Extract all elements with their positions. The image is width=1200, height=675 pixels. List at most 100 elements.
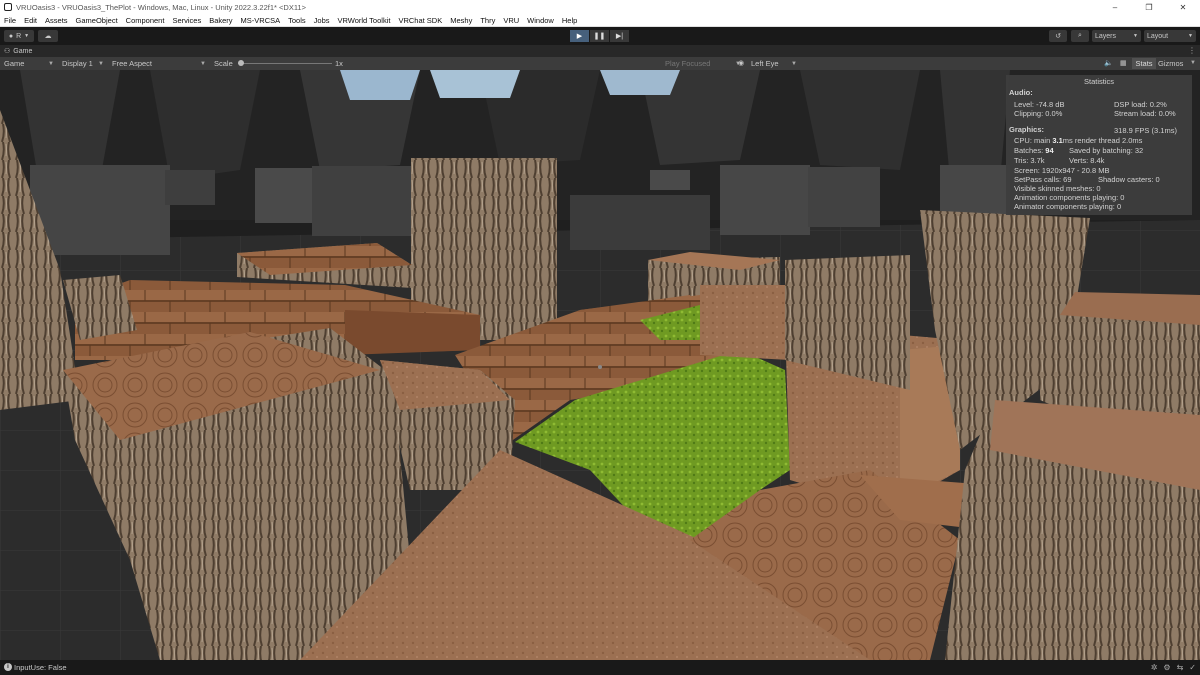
view-mode-label: Game bbox=[4, 59, 25, 68]
menu-ms-vrcsa[interactable]: MS-VRCSA bbox=[237, 14, 285, 27]
wood-plank-side bbox=[345, 310, 480, 355]
menu-edit[interactable]: Edit bbox=[20, 14, 41, 27]
step-button[interactable]: ▶| bbox=[610, 30, 629, 42]
main-toolbar: ● R ▼ ☁ ▶ ❚❚ ▶| ↺ ⌕ Layers ▼ Layout ▼ bbox=[0, 27, 1200, 45]
batches-value: 94 bbox=[1045, 146, 1054, 155]
status-icons: ✲ ⚙ ⇆ ✓ bbox=[1151, 660, 1196, 675]
cpu-readout: CPU: main 3.1ms render thread 2.0ms bbox=[1014, 136, 1142, 145]
shadow-casters: Shadow casters: 0 bbox=[1098, 175, 1160, 184]
scale-slider-track[interactable] bbox=[238, 63, 332, 64]
pause-button[interactable]: ❚❚ bbox=[590, 30, 609, 42]
eye-dropdown[interactable]: Left Eye ▼ bbox=[749, 57, 799, 70]
account-button[interactable]: ● R ▼ bbox=[4, 30, 34, 42]
stats-grid-icon[interactable]: ▦ bbox=[1120, 57, 1127, 70]
window-titlebar: VRUOasis3 - VRUOasis3_ThePlot - Windows,… bbox=[0, 0, 1200, 14]
chevron-down-icon: ▼ bbox=[1133, 33, 1138, 39]
menu-gameobject[interactable]: GameObject bbox=[72, 14, 122, 27]
layers-dropdown[interactable]: Layers ▼ bbox=[1092, 30, 1141, 42]
layout-dropdown[interactable]: Layout ▼ bbox=[1144, 30, 1196, 42]
animation-components: Animation components playing: 0 bbox=[1014, 193, 1125, 202]
gizmos-button[interactable]: Gizmos bbox=[1158, 57, 1183, 70]
pillar-shape bbox=[940, 70, 1010, 180]
window-title: VRUOasis3 - VRUOasis3_ThePlot - Windows,… bbox=[16, 2, 306, 12]
graphics-header: Graphics: bbox=[1009, 125, 1045, 134]
network-icon[interactable]: ⇆ bbox=[1177, 663, 1184, 672]
grey-block bbox=[570, 195, 710, 250]
display-dropdown[interactable]: Display 1 ▼ bbox=[60, 57, 106, 70]
menu-file[interactable]: File bbox=[0, 14, 20, 27]
tab-options-icon[interactable]: ⋮ bbox=[1188, 45, 1196, 57]
pause-icon: ❚❚ bbox=[593, 33, 606, 40]
scale-value: 1x bbox=[335, 59, 343, 68]
undo-history-button[interactable]: ↺ bbox=[1049, 30, 1067, 42]
menu-services[interactable]: Services bbox=[168, 14, 205, 27]
aspect-dropdown[interactable]: Free Aspect ▼ bbox=[110, 57, 208, 70]
menu-vrchat-sdk[interactable]: VRChat SDK bbox=[394, 14, 446, 27]
settings-icon[interactable]: ⚙ bbox=[1163, 663, 1170, 672]
status-message[interactable]: InputUse: False bbox=[14, 660, 67, 675]
aspect-label: Free Aspect bbox=[112, 59, 153, 68]
close-button[interactable]: ✕ bbox=[1166, 0, 1200, 14]
fps-readout: 318.9 FPS (3.1ms) bbox=[1114, 126, 1177, 135]
account-icon: ● bbox=[8, 32, 14, 40]
grey-block bbox=[720, 165, 810, 235]
cloud-icon: ☁ bbox=[44, 33, 52, 40]
bug-icon[interactable]: ✲ bbox=[1151, 663, 1158, 672]
check-circle-icon[interactable]: ✓ bbox=[1189, 663, 1196, 672]
minimize-button[interactable]: – bbox=[1098, 0, 1132, 14]
scale-slider-handle[interactable] bbox=[238, 60, 244, 66]
stats-toggle-button[interactable]: Stats bbox=[1132, 58, 1156, 69]
layers-label: Layers bbox=[1095, 32, 1117, 40]
cpu-suffix: ms render thread 2.0ms bbox=[1062, 136, 1143, 145]
screen-readout: Screen: 1920x947 - 20.8 MB bbox=[1014, 166, 1110, 175]
chevron-down-icon: ▼ bbox=[24, 33, 30, 39]
menu-component[interactable]: Component bbox=[122, 14, 169, 27]
chevron-down-icon[interactable]: ▼ bbox=[1190, 57, 1196, 70]
view-mode-dropdown[interactable]: Game ▼ bbox=[2, 57, 56, 70]
menu-meshy[interactable]: Meshy bbox=[446, 14, 476, 27]
search-icon: ⌕ bbox=[1078, 32, 1082, 39]
skylight-shape bbox=[430, 70, 520, 98]
audio-level: Level: -74.8 dB bbox=[1014, 100, 1065, 109]
menu-bakery[interactable]: Bakery bbox=[205, 14, 236, 27]
verts-readout: Verts: 8.4k bbox=[1069, 156, 1105, 165]
audio-header: Audio: bbox=[1009, 88, 1033, 97]
chevron-down-icon: ▼ bbox=[98, 60, 104, 67]
cpu-prefix: CPU: main bbox=[1014, 136, 1053, 145]
cloud-button[interactable]: ☁ bbox=[38, 30, 58, 42]
menu-assets[interactable]: Assets bbox=[41, 14, 72, 27]
tris-readout: Tris: 3.7k bbox=[1014, 156, 1045, 165]
grey-block bbox=[30, 165, 170, 255]
skinned-meshes: Visible skinned meshes: 0 bbox=[1014, 184, 1101, 193]
window-controls: – ❐ ✕ bbox=[1098, 0, 1200, 14]
menu-tools[interactable]: Tools bbox=[284, 14, 310, 27]
account-label: R bbox=[16, 32, 22, 40]
skylight-shape bbox=[340, 70, 420, 100]
tab-game[interactable]: ⚇ Game bbox=[4, 45, 32, 57]
chevron-down-icon: ▼ bbox=[1188, 33, 1193, 39]
pillar-shape bbox=[800, 70, 920, 170]
play-focused-dropdown[interactable]: Play Focused ▼ bbox=[663, 57, 743, 70]
info-icon[interactable]: i bbox=[4, 663, 12, 671]
audio-clipping: Clipping: 0.0% bbox=[1014, 109, 1063, 118]
menu-vru[interactable]: VRU bbox=[499, 14, 523, 27]
stats-title: Statistics bbox=[1083, 77, 1114, 86]
batches-readout: Batches: 94 bbox=[1014, 146, 1054, 155]
menu-window[interactable]: Window bbox=[523, 14, 558, 27]
play-button[interactable]: ▶ bbox=[570, 30, 589, 42]
mute-audio-icon[interactable]: 🔈 bbox=[1104, 57, 1113, 70]
menu-jobs[interactable]: Jobs bbox=[310, 14, 334, 27]
animator-components: Animator components playing: 0 bbox=[1014, 202, 1122, 211]
crosshair-dot bbox=[598, 365, 602, 369]
dsp-load: DSP load: 0.2% bbox=[1114, 100, 1167, 109]
unity-logo-icon bbox=[4, 3, 12, 11]
menu-help[interactable]: Help bbox=[558, 14, 581, 27]
restore-button[interactable]: ❐ bbox=[1132, 0, 1166, 14]
menu-thry[interactable]: Thry bbox=[476, 14, 499, 27]
menu-vrworld-toolkit[interactable]: VRWorld Toolkit bbox=[334, 14, 395, 27]
status-bar: i InputUse: False ✲ ⚙ ⇆ ✓ bbox=[0, 660, 1200, 675]
layout-label: Layout bbox=[1147, 32, 1169, 40]
grey-block bbox=[165, 170, 215, 205]
search-button[interactable]: ⌕ bbox=[1071, 30, 1089, 42]
eye-label: Left Eye bbox=[751, 59, 779, 68]
